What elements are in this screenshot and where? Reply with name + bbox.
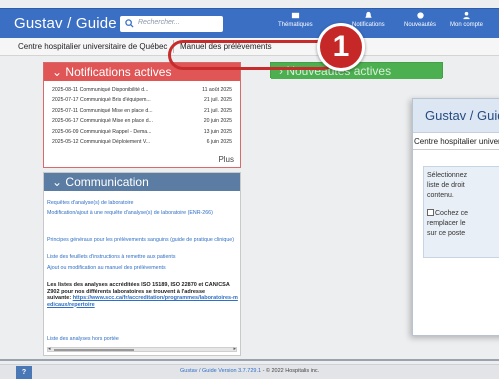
accreditation-text: Les listes des analyses accréditées ISO …: [47, 282, 230, 295]
nav-nouveautes-label: Nouveautés: [404, 22, 437, 28]
checkbox-text-line: sur ce poste: [427, 230, 466, 237]
notification-date: 21 juil. 2025: [204, 107, 232, 114]
help-button[interactable]: ?: [16, 366, 32, 379]
search-icon: [125, 19, 134, 28]
dialog-text-line: Sélectionnez: [427, 172, 468, 179]
remember-checkbox-row[interactable]: Cochez ce: [427, 209, 468, 219]
list-item[interactable]: 2025-07-17 Communiqué Bris d'équipem... 2…: [44, 95, 240, 105]
dialog-message-box: Sélectionnez liste de droit contenu. Coc…: [423, 166, 499, 258]
search-box[interactable]: Rechercher...: [120, 16, 223, 32]
user-icon: [463, 11, 470, 20]
folder-icon: [291, 12, 299, 19]
footer: Gustav / Guide Version 3.7.729.1 - © 202…: [0, 364, 499, 379]
communication-title: Communication: [65, 175, 149, 189]
communication-panel: ⌄ Communication Requêtes d'analyse(s) de…: [43, 172, 241, 356]
list-item[interactable]: 2025-08-11 Communiqué Disponibilité d...…: [44, 85, 240, 95]
app-title[interactable]: Gustav / Guide: [14, 15, 117, 32]
link-principes-generaux[interactable]: Principes généraux pour les prélèvements…: [47, 237, 237, 244]
dialog-subtitle: Centre hospitalier universitaire de Québ…: [413, 133, 499, 150]
remember-checkbox[interactable]: [427, 209, 434, 216]
accreditation-url-link[interactable]: https://www.scc.ca/fr/accreditation/prog…: [47, 295, 238, 308]
callout-highlight: [168, 40, 338, 70]
accreditation-prefix: suivante:: [47, 295, 72, 301]
callout-number-badge: 1: [317, 23, 365, 71]
bell-icon: [365, 11, 372, 18]
notifications-title: Notifications actives: [65, 65, 172, 79]
list-item[interactable]: 2025-06-09 Communiqué Rappel - Dema... 13…: [44, 127, 240, 137]
accreditation-note: Les listes des analyses accréditées ISO …: [47, 282, 239, 308]
link-modification-requete[interactable]: Modification/ajout à une requête d'analy…: [47, 210, 237, 217]
scroll-right-icon[interactable]: ▸: [233, 346, 236, 352]
communication-header[interactable]: ⌄ Communication: [44, 173, 240, 191]
dialog-text-line: contenu.: [427, 192, 454, 199]
notification-date: 20 juin 2025: [203, 118, 232, 125]
notification-text[interactable]: 2025-08-11 Communiqué Disponibilité d...: [52, 87, 149, 93]
more-link[interactable]: Plus: [218, 155, 234, 164]
star-icon: [416, 12, 424, 19]
app-window: Gustav / Guide Rechercher... Thématiques…: [0, 0, 499, 379]
search-input[interactable]: Rechercher...: [138, 19, 180, 26]
footer-copyright: - © 2022 Hospitalis inc.: [262, 368, 320, 374]
list-item[interactable]: 2025-07-11 Communiqué Mise en place d...…: [44, 106, 240, 116]
notifications-panel: ⌄ Notifications actives 2025-08-11 Commu…: [43, 62, 241, 168]
checkbox-label: Cochez ce: [435, 210, 469, 217]
nav-thematiques-label: Thématiques: [278, 22, 313, 28]
scroll-left-icon[interactable]: ◂: [48, 346, 51, 352]
dialog-text-line: liste de droit: [427, 182, 465, 189]
nav-nouveautes[interactable]: Nouveautés: [404, 11, 436, 28]
notification-text[interactable]: 2025-05-12 Communiqué Déploiement V...: [52, 139, 150, 145]
nav-thematiques[interactable]: Thématiques: [278, 11, 313, 28]
list-item[interactable]: 2025-06-17 Communiqué Mise en place d...…: [44, 116, 240, 126]
nav-mon-compte[interactable]: Mon compte: [450, 11, 483, 28]
chevron-down-icon: ⌄: [52, 175, 63, 189]
notification-text[interactable]: 2025-06-17 Communiqué Mise en place d...: [52, 118, 153, 124]
link-requetes[interactable]: Requêtes d'analyse(s) de laboratoire: [47, 200, 237, 207]
selection-dialog: Gustav / Guide Centre hospitalier univer…: [412, 98, 499, 336]
list-item[interactable]: 2025-05-12 Communiqué Déploiement V... 6 …: [44, 137, 240, 147]
page-scrollbar-track[interactable]: [0, 359, 499, 361]
notification-date: 11 août 2025: [202, 87, 232, 93]
horizontal-scrollbar[interactable]: ◂ ▸: [47, 346, 237, 352]
notification-date: 6 juin 2025: [206, 138, 232, 145]
footer-version: Version 3.7.729.1: [218, 368, 262, 374]
notification-date: 13 juin 2025: [203, 128, 232, 135]
link-ajout-modification[interactable]: Ajout ou modification au manuel des prél…: [47, 265, 237, 272]
checkbox-text-line: remplacer le: [427, 220, 466, 227]
footer-text: Gustav / Guide Version 3.7.729.1 - © 202…: [180, 368, 319, 374]
notification-text[interactable]: 2025-07-17 Communiqué Bris d'équipem...: [52, 97, 151, 103]
dialog-title: Gustav / Guide: [413, 99, 499, 133]
breadcrumb-root[interactable]: Centre hospitalier universitaire de Québ…: [18, 42, 167, 51]
chevron-down-icon: ⌄: [52, 65, 63, 79]
notification-text[interactable]: 2025-07-11 Communiqué Mise en place d...: [52, 108, 153, 114]
link-feuillets[interactable]: Liste des feuillets d'instructions à rem…: [47, 254, 237, 261]
footer-app-name: Gustav / Guide: [180, 368, 217, 374]
scrollbar-thumb[interactable]: [54, 349, 134, 351]
link-hors-portee[interactable]: Liste des analyses hors portée: [47, 336, 237, 343]
notification-text[interactable]: 2025-06-09 Communiqué Rappel - Dema...: [52, 129, 151, 135]
nav-notifications[interactable]: Notifications: [352, 11, 385, 28]
notification-date: 21 juil. 2025: [204, 97, 232, 104]
nav-notifications-label: Notifications: [352, 22, 385, 28]
nav-mon-compte-label: Mon compte: [450, 22, 484, 28]
top-navigation-bar: Gustav / Guide Rechercher... Thématiques…: [0, 8, 499, 38]
